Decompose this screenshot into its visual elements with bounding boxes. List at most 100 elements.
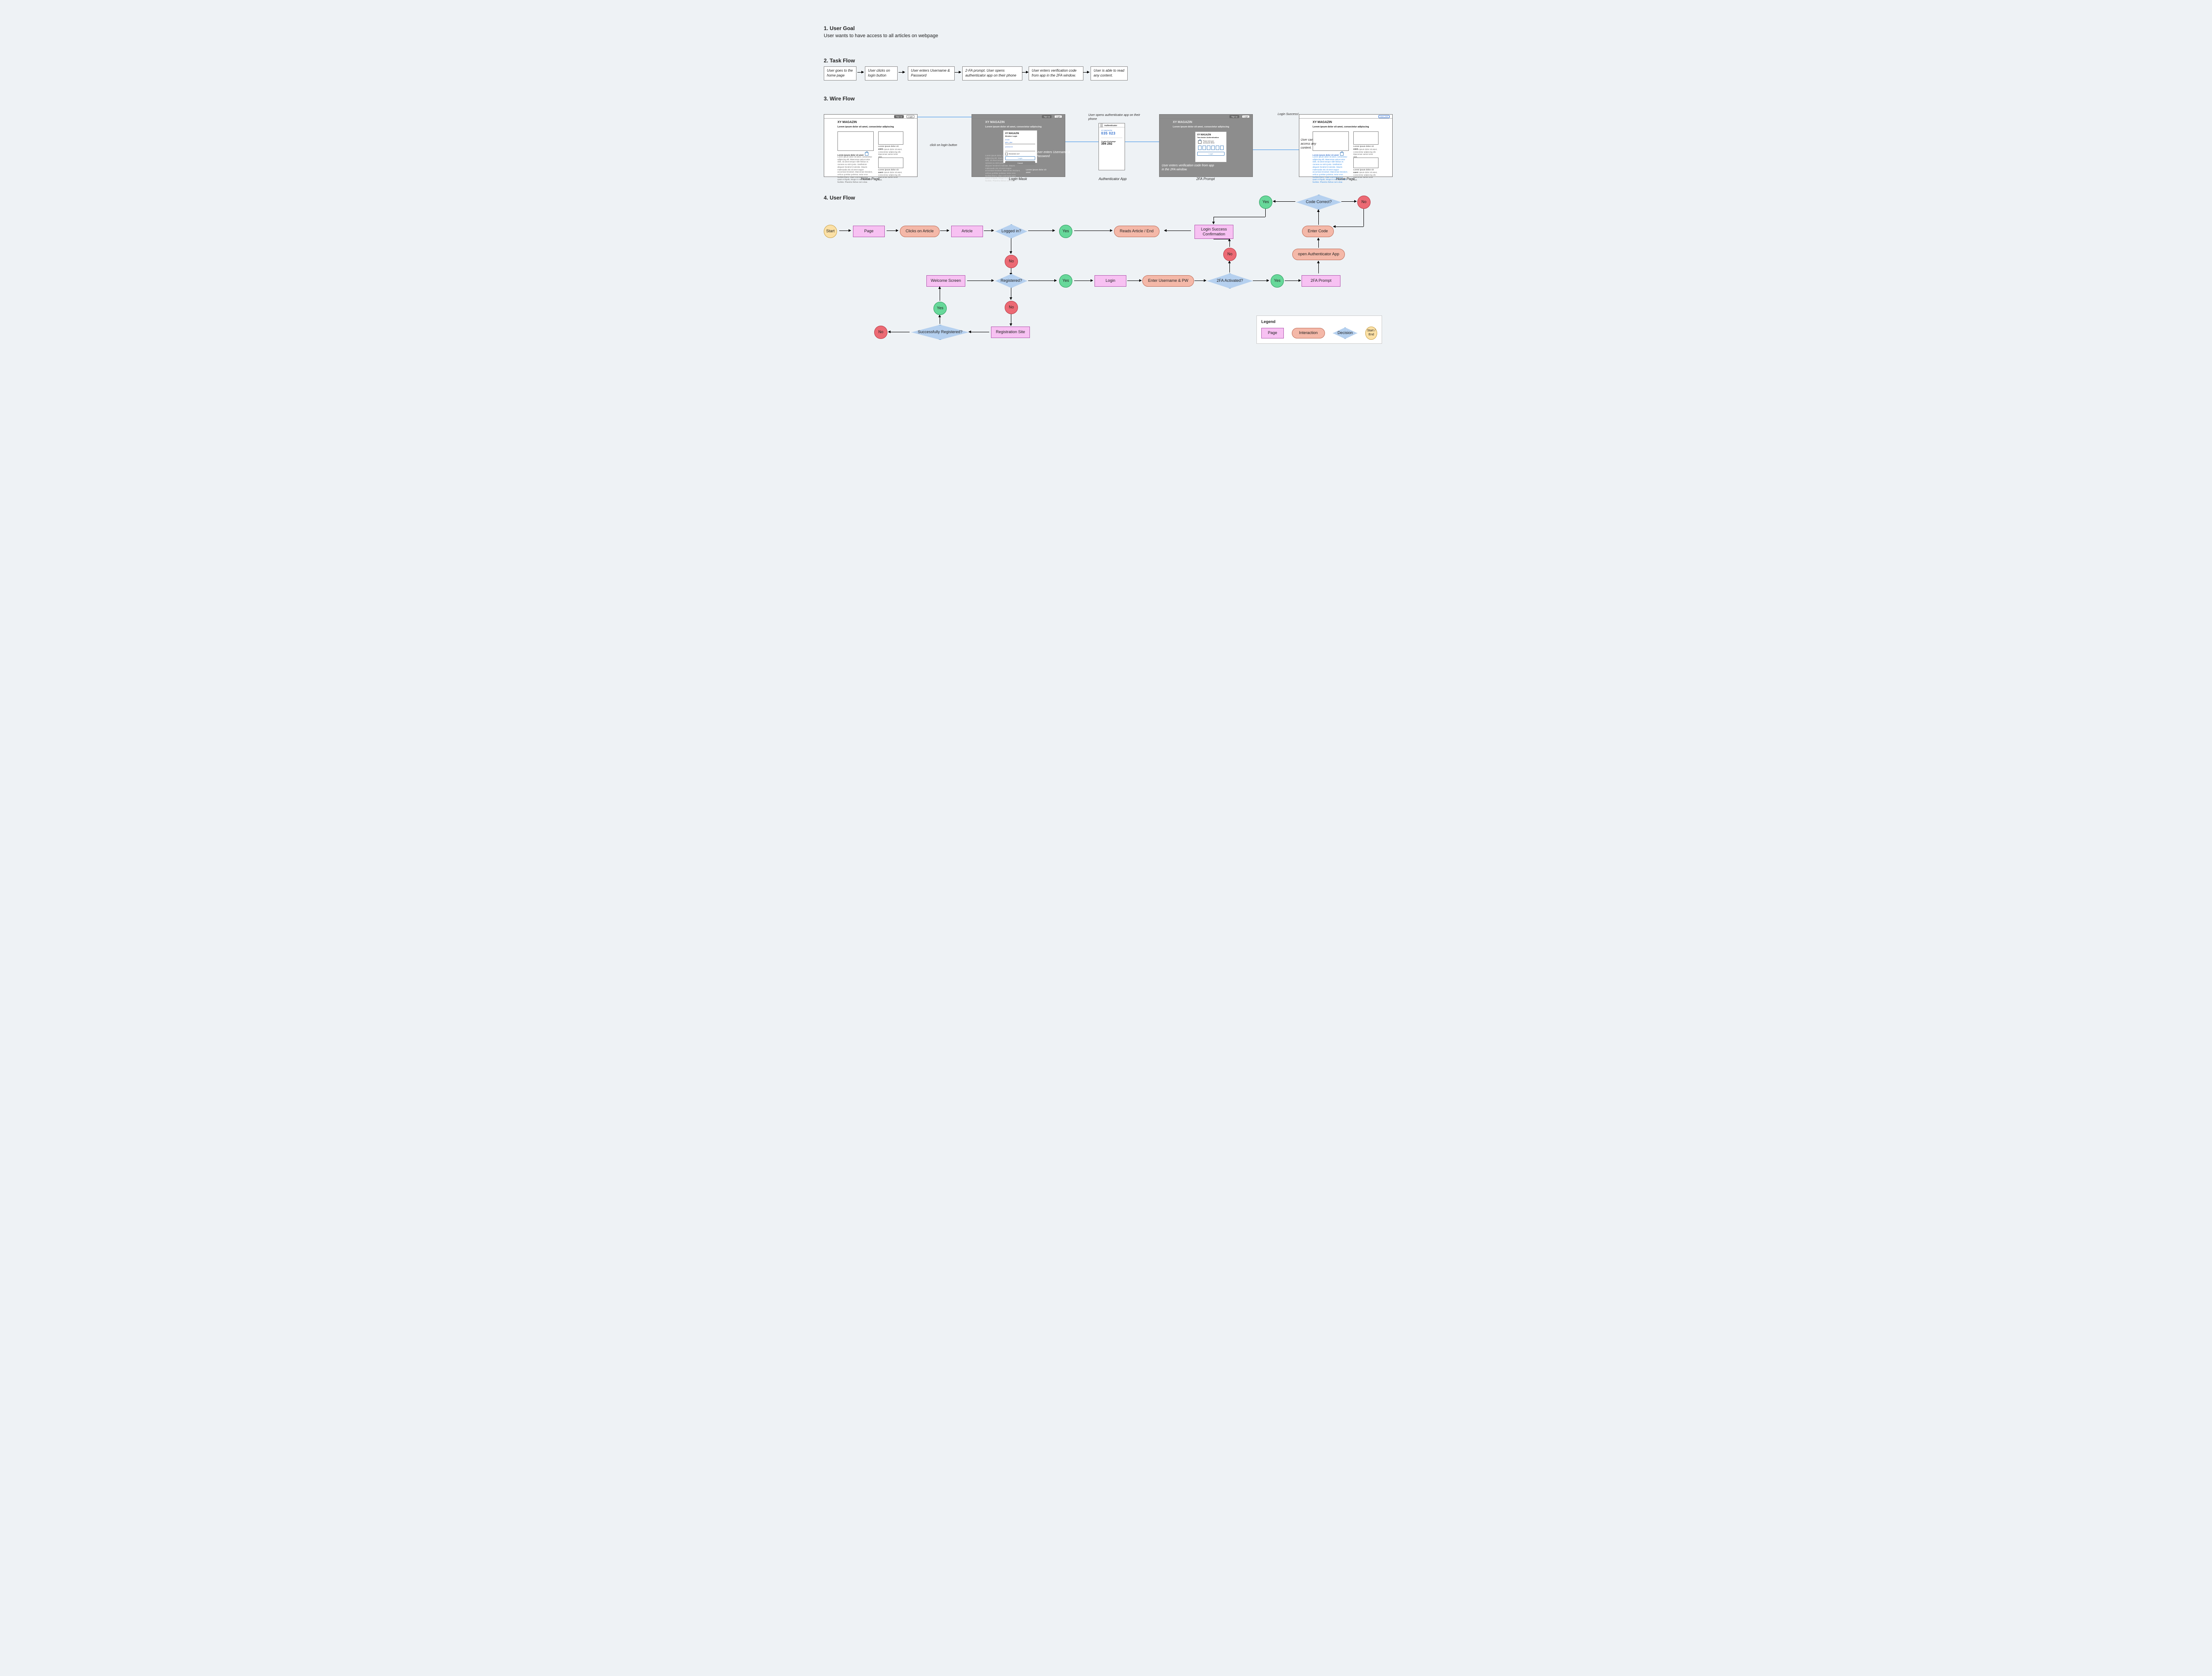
annot-enter-credentials: User enters Username & Password [1036,150,1071,158]
wire-caption-1: Home Page [824,177,917,181]
arrow-icon [899,72,905,73]
node-yes-succreg: Yes [933,302,947,315]
node-login: Login [1094,275,1126,287]
node-2fa-activated: 2FA Activated? [1207,273,1253,288]
node-yes-2fa: Yes [1271,274,1284,288]
signup-pill: Sign up [1229,115,1239,118]
arrow-icon [1083,72,1089,73]
wireframe-authenticator-phone: Authenticator XY MAGAZIN 035 023 Crypto … [1098,123,1125,170]
node-succ-registered: Successfully Registered? [911,325,969,340]
line [1363,209,1364,227]
code-1: 035 023 [1101,131,1122,135]
task-step-2: User clicks on login button [865,66,898,81]
headline: Lorem ipsum dolor sit amet, consectetur … [985,126,1041,128]
headline: Lorem ipsum dolor sit amet, consectetur … [1313,126,1369,128]
node-yes-registered: Yes [1059,274,1072,288]
arrow-icon [1318,210,1319,225]
brand: XY MAGAZIN [1173,121,1192,124]
signup-pill: Sign up [894,115,904,118]
line [1265,209,1266,217]
wire-caption-5: Home Page [1299,177,1392,181]
task-step-5: User enters verification code from app i… [1029,66,1083,81]
twofa-hint: Please enter your accesscode below [1203,140,1220,144]
task-step-4: 2-FA prompt. User opens authenticator ap… [962,66,1022,81]
twofa-title: Two-factor Authentication [1197,136,1225,138]
wireframe-home: Sign up Login XY MAGAZIN Lorem ipsum dol… [824,114,918,177]
task-step-1: User goes to the home page [824,66,856,81]
side-body: Lorem ipsum dolor sit amet, consectetur … [1353,148,1378,158]
annot-access-content: User can access any content. [1301,138,1319,150]
section-3-title: 3. Wire Flow [824,96,855,102]
node-2fa-prompt: 2FA Prompt [1302,275,1340,287]
node-logged-in: Logged in? [995,224,1027,238]
section-1-text: User wants to have access to all article… [824,33,938,38]
wireframe-login: Sign up Login XY MAGAZIN Lorem ipsum dol… [972,114,1065,177]
task-step-3: User enters Username & Password [908,66,955,81]
arrow-icon [1341,201,1356,202]
node-page: Page [853,226,885,237]
node-registered: Registered? [995,274,1027,288]
node-no-codeok: No [1357,196,1371,209]
section-1-title: 1. User Goal [824,25,855,31]
node-welcome: Welcome Screen [926,275,965,287]
annot-login-success: Login Success! [1278,112,1299,116]
login-pill: Login [1054,115,1062,118]
pw-label: password [1005,146,1035,148]
cancel-button: Cancel [1005,161,1035,165]
login-button: Login [1005,156,1035,160]
login-pill: Login [1242,115,1250,118]
arrow-icon [1229,261,1230,273]
annot-open-auth: User opens authenticator app on their ph… [1088,113,1141,121]
arrow-icon [1273,201,1295,202]
brand: XY MAGAZIN [1313,121,1332,124]
node-yes-1: Yes [1059,225,1072,238]
wire-caption-2: Login Mask [972,177,1064,181]
side-image-2 [878,158,903,168]
node-enter-up: Enter Username & PW [1142,275,1194,287]
arrow-icon [1318,238,1319,248]
wire-caption-4: 2FA Prompt [1159,177,1252,181]
node-clicks-article: Clicks on Article [900,226,940,237]
email-label: email [1005,138,1035,141]
legend-decision: Decision [1333,327,1357,339]
headline: Lorem ipsum dolor sit amet, consectetur … [837,126,894,128]
login-pill: Login [906,115,914,118]
legend-title: Legend [1261,319,1377,324]
legend-start-end: Start / End [1365,327,1377,340]
node-yes-codeok: Yes [1259,196,1272,209]
diagram-canvas: 1. User Goal User wants to have access t… [787,0,1425,389]
signup-pill: Sign up [1042,115,1052,118]
node-no-succreg: No [874,326,887,339]
headline: Lorem ipsum dolor sit amet, consectetur … [1173,126,1229,128]
node-open-auth: open Authenticator App [1292,249,1345,260]
node-start: Start [824,225,837,238]
node-reads-end: Reads Article / End [1114,226,1160,237]
arrow-icon [1318,261,1319,273]
legend-page: Page [1261,328,1284,338]
arrow-icon [857,72,864,73]
section-4-title: 4. User Flow [824,195,855,201]
lock-icon [865,152,868,156]
node-registration-site: Registration Site [991,327,1030,338]
legend: Legend Page Interaction Decision Start /… [1256,315,1382,344]
side-image [878,131,903,145]
checkbox-icon [1005,153,1008,155]
node-enter-code: Enter Code [1302,226,1334,237]
arrow-icon [955,72,961,73]
legend-interaction: Interaction [1292,328,1325,338]
node-no-registered: No [1005,301,1018,314]
pw-value [1005,148,1035,151]
section-2-title: 2. Task Flow [824,58,855,64]
lock-icon [1198,140,1202,144]
side-head: Lorem ipsum dolor sit amet [1026,169,1050,173]
side-image-2 [1353,158,1379,168]
wire-caption-3: Authenticator App [1088,177,1137,181]
login-card: XY MAGAZIN Member Login email john_doe p… [1003,130,1037,163]
login-title: Member Login [1005,135,1035,137]
node-login-success: Login Success Confirmation [1194,225,1233,239]
annot-enter-code: User enters verification code from app i… [1162,164,1215,172]
node-no-2fa: No [1223,248,1237,261]
brand: XY MAGAZIN [985,121,1005,124]
node-code-correct: Code Correct? [1296,195,1341,210]
app-title: Authenticator [1104,124,1117,127]
